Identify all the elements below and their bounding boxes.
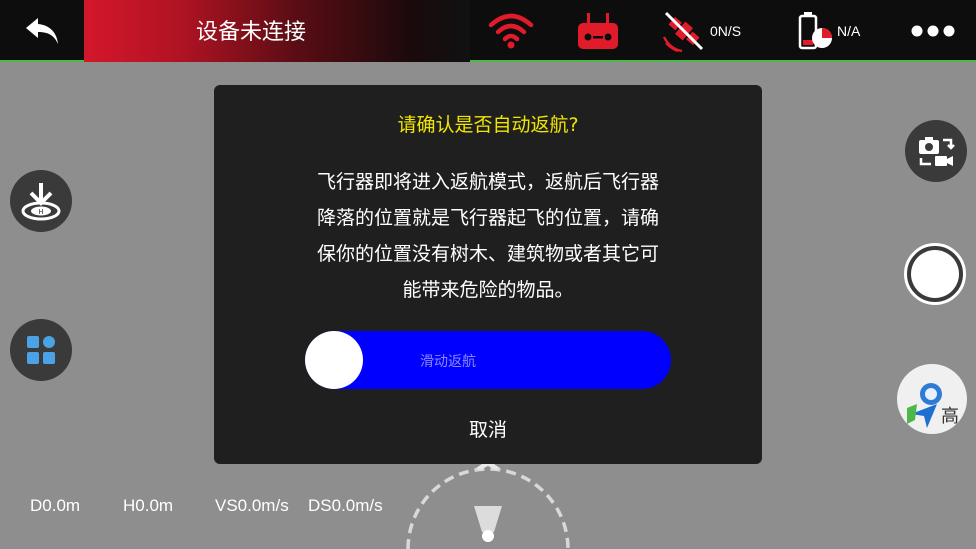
grid-icon (27, 336, 55, 364)
map-label: 高 (941, 406, 959, 427)
battery-icon (798, 12, 832, 50)
remote-controller-status (576, 0, 620, 62)
return-home-button[interactable]: H (10, 170, 72, 232)
slider-label: 滑动返航 (420, 354, 476, 370)
dialog-message-line: 能带来危险的物品。 (402, 279, 574, 301)
svg-text:H: H (38, 208, 43, 216)
gps-value: 0N/S (710, 23, 742, 39)
menu-grid-button[interactable] (10, 319, 72, 381)
slide-to-return-slider[interactable]: 滑动返航 (305, 331, 671, 389)
compass-icon (406, 462, 570, 549)
more-button[interactable] (910, 0, 956, 62)
slider-knob[interactable] (305, 331, 363, 389)
wifi-icon (488, 13, 534, 49)
back-arrow-icon (26, 18, 58, 44)
camera-switch-icon (919, 137, 955, 166)
horizontal-speed-readout: DS0.0m/s (308, 496, 383, 515)
dialog-message-line: 保你的位置没有树木、建筑物或者其它可 (316, 243, 659, 265)
back-button[interactable] (0, 0, 84, 62)
map-button[interactable]: 高 (897, 364, 967, 434)
cancel-button[interactable]: 取消 (214, 415, 762, 442)
shutter-button[interactable] (904, 243, 966, 305)
camera-switch-button[interactable] (905, 120, 967, 182)
remote-controller-icon (578, 13, 618, 49)
distance-readout: D0.0m (30, 496, 81, 515)
dialog-message-line: 降落的位置就是飞行器起飞的位置，请确 (316, 207, 659, 229)
return-home-dialog: 请确认是否自动返航? 飞行器即将进入返航模式，返航后飞行器 降落的位置就是飞行器… (214, 85, 762, 464)
more-icon (911, 25, 955, 37)
battery-value: N/A (837, 23, 861, 39)
gps-status: 0N/S (662, 0, 741, 62)
dialog-title: 请确认是否自动返航? (397, 114, 579, 136)
shutter-inner (911, 250, 959, 298)
connection-status-text: 设备未连接 (196, 20, 307, 45)
satellite-icon (662, 11, 704, 53)
return-home-icon: H (21, 183, 61, 221)
top-bar: 设备未连接 0N/S N/A (0, 0, 976, 62)
dialog-message-line: 飞行器即将进入返航模式，返航后飞行器 (316, 171, 659, 193)
vertical-speed-readout: VS0.0m/s (215, 496, 289, 515)
wifi-status (487, 0, 535, 62)
battery-status: N/A (797, 0, 860, 62)
dialog-message: 飞行器即将进入返航模式，返航后飞行器 降落的位置就是飞行器起飞的位置，请确 保你… (290, 164, 686, 308)
height-readout: H0.0m (123, 496, 174, 515)
